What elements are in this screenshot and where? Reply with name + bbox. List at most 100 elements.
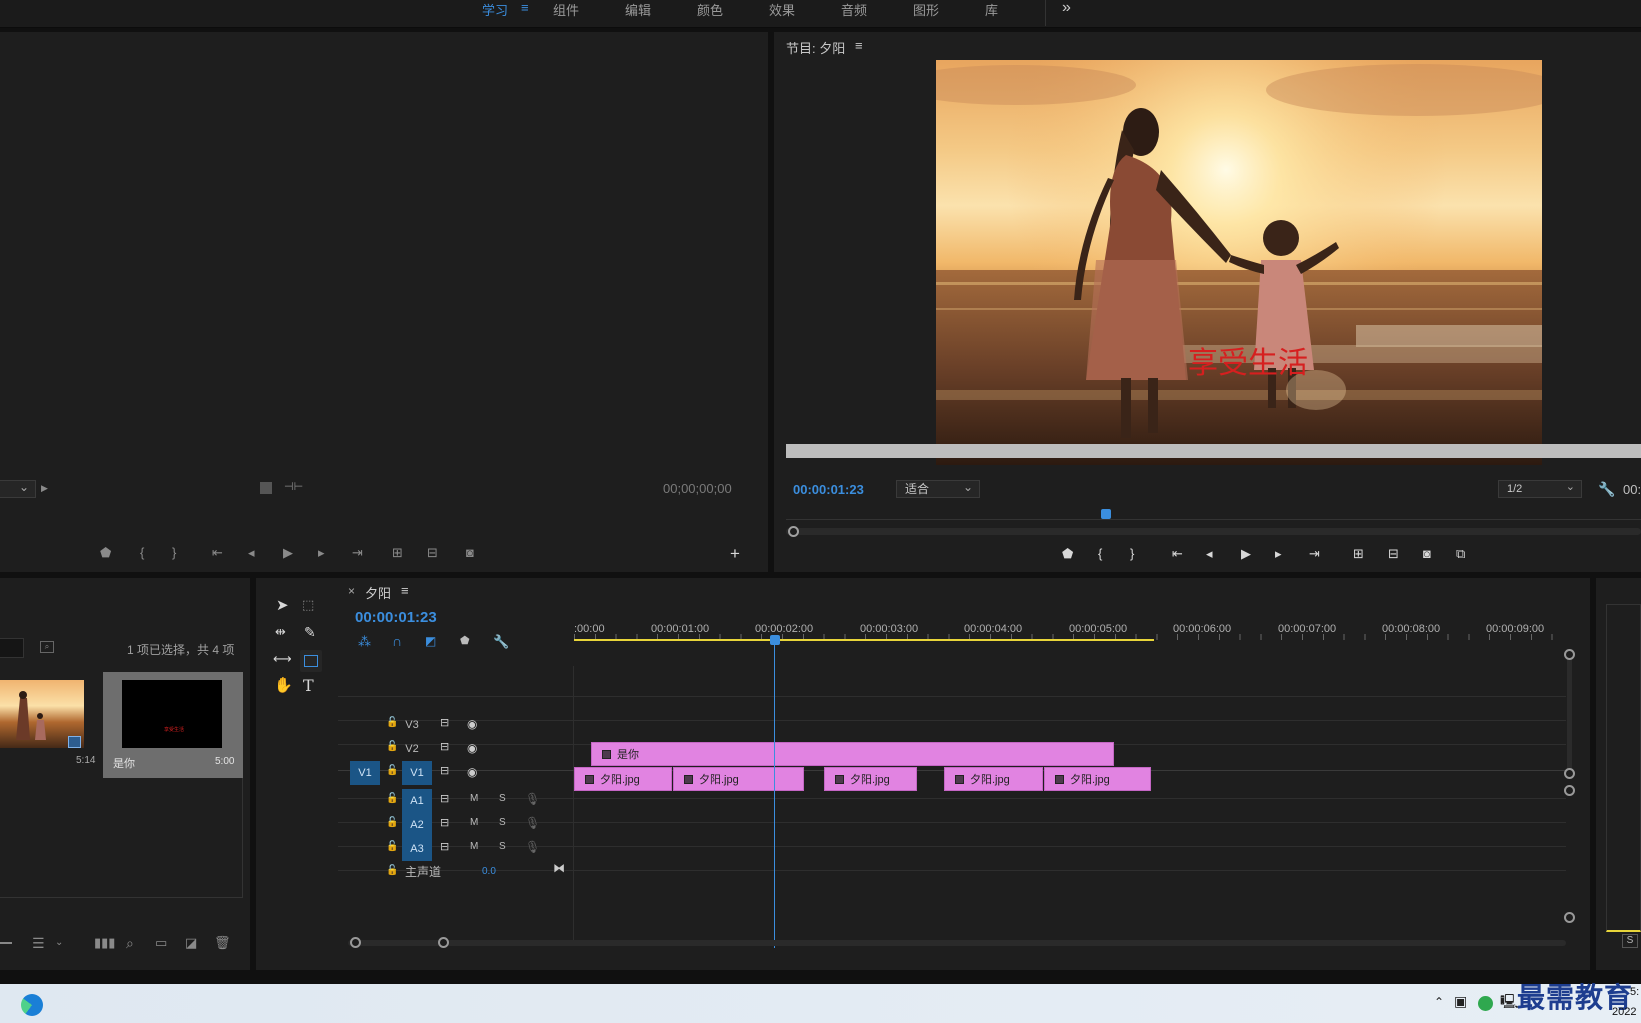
automate-to-sequence-icon[interactable]: ▮▮▮	[94, 936, 115, 949]
clip-v1-3[interactable]: 夕阳.jpg	[824, 767, 917, 791]
source-add-button-icon[interactable]: +	[730, 545, 740, 562]
program-monitor-title[interactable]: 节目: 夕阳	[786, 38, 845, 57]
a3-sync-lock-icon[interactable]: ⊟	[440, 842, 449, 853]
program-menu-icon[interactable]: ≡	[855, 38, 863, 53]
v2-eye-icon[interactable]: ◉	[467, 742, 477, 754]
clip-v1-5[interactable]: 夕阳.jpg	[1044, 767, 1151, 791]
master-lock-icon[interactable]: 🔓	[386, 866, 398, 876]
timeline-sequence-tab[interactable]: 夕阳	[365, 583, 391, 602]
workspace-tab-assembly[interactable]: 组件	[553, 0, 579, 18]
workspace-tab-learn[interactable]: 学习	[482, 0, 508, 18]
v1-track-target[interactable]: V1	[402, 761, 432, 785]
a1-track-target[interactable]: A1	[402, 789, 432, 813]
v1-sync-lock-icon[interactable]: ⊟	[440, 766, 449, 777]
source-marker-icon[interactable]: ⬟	[100, 546, 111, 559]
project-search-input[interactable]	[0, 638, 24, 658]
source-step-forward-icon[interactable]: ▸	[318, 546, 325, 559]
source-insert-icon[interactable]: ⊞	[392, 546, 403, 559]
linked-selection-icon[interactable]: ◩	[425, 635, 436, 647]
source-drag-icon[interactable]: ⊣⊢	[284, 482, 303, 493]
v2-track-target[interactable]: V2	[400, 737, 424, 761]
scroll-handle-bottom[interactable]	[1564, 912, 1575, 923]
new-bin-icon[interactable]: ▭	[155, 936, 167, 949]
source-go-to-out-icon[interactable]: ⇥	[352, 546, 363, 559]
a1-lock-icon[interactable]: 🔓	[386, 794, 398, 804]
rectangle-tool-icon[interactable]	[300, 650, 322, 672]
track-select-tool-icon[interactable]: ⬚	[302, 598, 314, 611]
source-export-frame-icon[interactable]: ◙	[466, 546, 474, 559]
tray-network-icon[interactable]: 🖳	[1500, 994, 1519, 1008]
program-go-to-out-icon[interactable]: ⇥	[1309, 547, 1320, 560]
new-item-icon[interactable]: ◪	[185, 936, 197, 949]
a2-solo-button[interactable]: S	[499, 817, 506, 828]
source-mark-out-icon[interactable]: }	[172, 546, 176, 559]
a2-mute-button[interactable]: M	[470, 817, 478, 828]
timeline-settings-icon[interactable]: 🔧	[493, 635, 509, 648]
workspace-tab-audio[interactable]: 音频	[841, 0, 867, 18]
program-step-back-icon[interactable]: ◂	[1206, 547, 1213, 560]
source-settings-icon[interactable]	[260, 482, 272, 494]
a2-voiceover-icon[interactable]: 🎙	[525, 817, 540, 829]
program-compare-icon[interactable]: ⧉	[1456, 547, 1465, 560]
delete-icon[interactable]: 🗑	[214, 936, 231, 949]
edge-browser-icon[interactable]	[21, 994, 43, 1016]
v2-sync-lock-icon[interactable]: ⊟	[440, 742, 449, 753]
hand-tool-icon[interactable]: ✋	[274, 678, 293, 693]
a1-sync-lock-icon[interactable]: ⊟	[440, 794, 449, 805]
source-go-to-in-icon[interactable]: ⇤	[212, 546, 223, 559]
a1-mute-button[interactable]: M	[470, 793, 478, 804]
program-video-frame[interactable]: 享受生活	[936, 60, 1542, 465]
timeline-playhead-handle[interactable]	[770, 635, 780, 645]
program-zoom-bar[interactable]	[786, 528, 1641, 535]
a1-solo-button[interactable]: S	[499, 793, 506, 804]
program-mark-in-icon[interactable]: {	[1098, 547, 1102, 560]
sort-icon[interactable]: ☰	[32, 936, 45, 950]
v3-track-target[interactable]: V3	[400, 713, 424, 737]
workspace-tab-graphics[interactable]: 图形	[913, 0, 939, 18]
ripple-edit-tool-icon[interactable]: ⇹	[275, 625, 286, 638]
program-wrench-icon[interactable]: 🔧	[1598, 482, 1615, 496]
add-marker-icon[interactable]: ⬟	[460, 636, 470, 647]
taskbar-clock[interactable]: 5:	[1630, 986, 1639, 998]
source-play-arrow-icon[interactable]: ▶	[41, 484, 48, 493]
program-resolution-dropdown[interactable]: 1/2	[1498, 479, 1582, 498]
workspace-more-icon[interactable]: »	[1062, 0, 1071, 16]
source-overwrite-icon[interactable]: ⊟	[427, 546, 438, 559]
tray-chevron-icon[interactable]: ⌃	[1434, 996, 1444, 1008]
clip-v2-title[interactable]: 是你	[591, 742, 1114, 766]
program-export-frame-icon[interactable]: ◙	[1423, 547, 1431, 560]
program-fit-dropdown[interactable]: 适合	[896, 479, 980, 498]
selection-tool-icon[interactable]: ➤	[276, 598, 289, 613]
v1-source-patch[interactable]: V1	[350, 761, 380, 785]
tray-app-icon[interactable]: ▣	[1454, 994, 1467, 1008]
clip-v1-4[interactable]: 夕阳.jpg	[944, 767, 1043, 791]
scroll-handle-top[interactable]	[1564, 649, 1575, 660]
scroll-handle-mid[interactable]	[1564, 768, 1575, 779]
timeline-close-icon[interactable]: ×	[348, 584, 355, 598]
workspace-tab-color[interactable]: 颜色	[697, 0, 723, 18]
program-play-icon[interactable]: ▶	[1241, 547, 1251, 560]
clip-v1-1[interactable]: 夕阳.jpg	[574, 767, 672, 791]
v1-lock-icon[interactable]: 🔓	[386, 766, 398, 776]
nest-icon[interactable]: ⁂	[358, 635, 371, 648]
a3-voiceover-icon[interactable]: 🎙	[525, 841, 540, 853]
audio-meter-solo-button[interactable]: S	[1622, 934, 1638, 948]
work-area-bar[interactable]	[574, 639, 1154, 641]
scroll-handle-audio-top[interactable]	[1564, 785, 1575, 796]
workspace-tab-libraries[interactable]: 库	[985, 0, 998, 18]
a2-sync-lock-icon[interactable]: ⊟	[440, 818, 449, 829]
a2-track-target[interactable]: A2	[402, 813, 432, 837]
a2-lock-icon[interactable]: 🔓	[386, 818, 398, 828]
program-mini-ruler[interactable]	[786, 508, 1641, 520]
type-tool-icon[interactable]: T	[303, 678, 314, 694]
program-step-forward-icon[interactable]: ▸	[1275, 547, 1282, 560]
sort-dropdown-icon[interactable]: ⌄	[55, 938, 63, 948]
project-find-icon[interactable]: ⌕	[40, 641, 54, 653]
workspace-tab-effects[interactable]: 效果	[769, 0, 795, 18]
timeline-horizontal-scroll[interactable]	[348, 940, 1566, 946]
v2-lock-icon[interactable]: 🔓	[386, 742, 398, 752]
razor-tool-icon[interactable]: ✎	[304, 625, 316, 639]
a3-mute-button[interactable]: M	[470, 841, 478, 852]
find-icon[interactable]: ⌕	[126, 936, 134, 950]
a3-lock-icon[interactable]: 🔓	[386, 842, 398, 852]
